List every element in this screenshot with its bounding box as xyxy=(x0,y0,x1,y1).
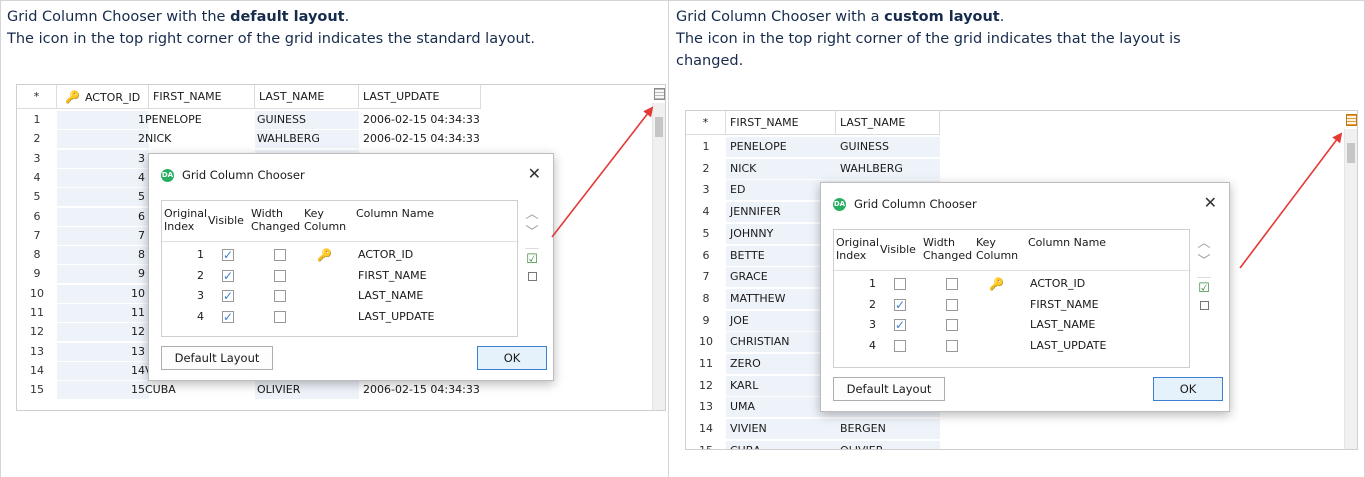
left-arrow xyxy=(551,106,654,238)
right-arrow xyxy=(1239,132,1343,269)
annotation-arrows xyxy=(551,106,1343,269)
